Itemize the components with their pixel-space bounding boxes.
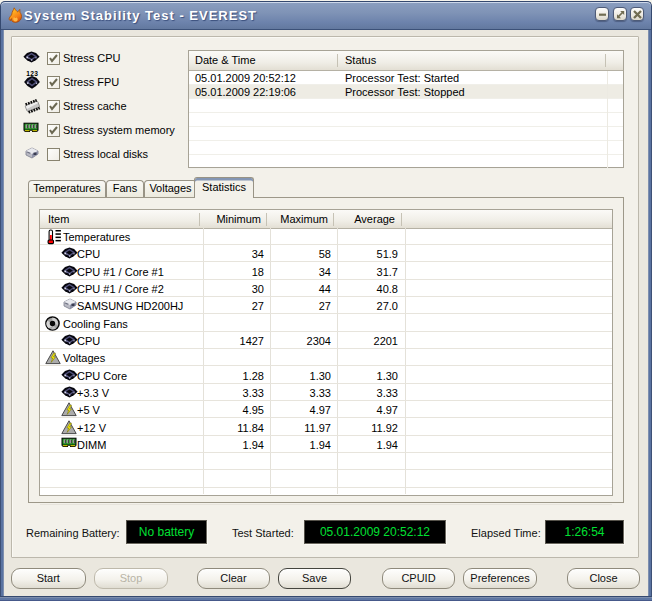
- svg-text:123: 123: [26, 70, 38, 77]
